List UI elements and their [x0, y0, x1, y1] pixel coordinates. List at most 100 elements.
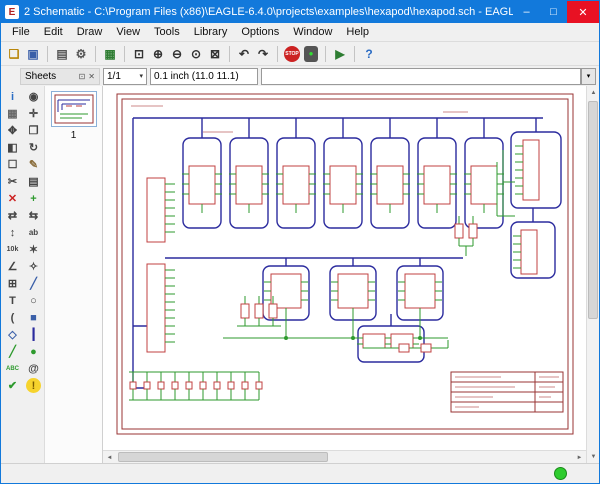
junction-icon[interactable]: ●: [24, 343, 43, 360]
polygon-icon[interactable]: ◇: [3, 326, 22, 343]
attribute-icon[interactable]: @: [24, 360, 43, 377]
stop-icon[interactable]: STOP: [284, 46, 300, 62]
rotate-icon[interactable]: ↻: [24, 139, 43, 156]
menu-tools[interactable]: Tools: [147, 24, 187, 40]
circle-icon[interactable]: ○: [24, 292, 43, 309]
menu-bar: FileEditDrawViewToolsLibraryOptionsWindo…: [1, 23, 599, 42]
cut-icon[interactable]: ✂: [3, 173, 22, 190]
gateswap-icon[interactable]: ↕: [3, 224, 22, 241]
scroll-down-button[interactable]: ▼: [587, 450, 600, 463]
display-icon[interactable]: ▦: [3, 105, 22, 122]
save-icon[interactable]: ▣: [24, 45, 42, 63]
replace-icon[interactable]: ⇆: [24, 207, 43, 224]
close-panel-icon[interactable]: ✕: [88, 72, 95, 81]
scroll-up-button[interactable]: ▲: [587, 86, 600, 99]
print-icon[interactable]: ▤: [53, 45, 71, 63]
vertical-scrollbar[interactable]: ▲ ▼: [586, 86, 599, 463]
menu-edit[interactable]: Edit: [37, 24, 70, 40]
sheet-thumbnail-preview: [52, 92, 96, 126]
zoom-select-icon[interactable]: ⊠: [206, 45, 224, 63]
menu-options[interactable]: Options: [234, 24, 286, 40]
minimize-button[interactable]: –: [513, 1, 540, 23]
invoke-icon[interactable]: ⊞: [3, 275, 22, 292]
wire-icon[interactable]: ╱: [24, 275, 43, 292]
board-icon[interactable]: ▦: [101, 45, 119, 63]
status-bar: [1, 463, 599, 483]
change-icon[interactable]: ✎: [24, 156, 43, 173]
arc-icon[interactable]: (: [3, 309, 22, 326]
smash-icon[interactable]: ✶: [24, 241, 43, 258]
sheet-thumbnail[interactable]: [51, 91, 97, 127]
redo-icon[interactable]: ↷: [254, 45, 272, 63]
erc-icon[interactable]: ✔: [3, 377, 22, 394]
name-icon[interactable]: ab: [24, 224, 43, 241]
schematic-canvas[interactable]: [103, 86, 586, 450]
show-icon[interactable]: ◉: [24, 88, 43, 105]
toolbar-separator: [47, 46, 48, 62]
horizontal-scroll-thumb[interactable]: [118, 452, 328, 462]
title-bar: E 2 Schematic - C:\Program Files (x86)\E…: [1, 1, 599, 23]
cam-icon[interactable]: ⚙: [72, 45, 90, 63]
main-area: i◉▦✛✥❐◧↻☐✎✂▤✕+⇄⇆↕ab10k✶∠✧⊞╱T○(■◇┃╱●ABC@✔…: [1, 86, 599, 463]
run-script-icon[interactable]: ▶: [331, 45, 349, 63]
sheets-panel: 1: [45, 86, 103, 463]
command-input[interactable]: [261, 68, 581, 85]
horizontal-scroll-track[interactable]: [116, 451, 573, 463]
add-icon[interactable]: +: [24, 190, 43, 207]
info-icon[interactable]: i: [3, 88, 22, 105]
window-title: 2 Schematic - C:\Program Files (x86)\EAG…: [24, 6, 513, 18]
menu-view[interactable]: View: [109, 24, 147, 40]
zoom-fit-icon[interactable]: ⊡: [130, 45, 148, 63]
sheet-selector[interactable]: 1/1 ▾: [103, 68, 147, 85]
float-panel-icon[interactable]: ⊡: [79, 72, 86, 81]
command-history-dropdown[interactable]: ▾: [581, 68, 596, 85]
toolbar-separator: [95, 46, 96, 62]
zoom-out-icon[interactable]: ⊖: [168, 45, 186, 63]
horizontal-scrollbar[interactable]: ◄ ►: [103, 450, 586, 463]
app-icon: E: [5, 5, 19, 19]
menu-window[interactable]: Window: [286, 24, 339, 40]
menu-draw[interactable]: Draw: [70, 24, 110, 40]
mark-icon[interactable]: ✛: [24, 105, 43, 122]
menu-library[interactable]: Library: [187, 24, 235, 40]
go-icon[interactable]: ●: [304, 46, 318, 62]
move-icon[interactable]: ✥: [3, 122, 22, 139]
pinswap-icon[interactable]: ⇄: [3, 207, 22, 224]
toolbar-separator: [124, 46, 125, 62]
menu-file[interactable]: File: [5, 24, 37, 40]
paste-icon[interactable]: ▤: [24, 173, 43, 190]
split-icon[interactable]: ✧: [24, 258, 43, 275]
text-icon[interactable]: T: [3, 292, 22, 309]
bus-icon[interactable]: ┃: [24, 326, 43, 343]
maximize-button[interactable]: □: [540, 1, 567, 23]
rect-icon[interactable]: ■: [24, 309, 43, 326]
copy-icon[interactable]: ❐: [24, 122, 43, 139]
toolbar-separator: [277, 46, 278, 62]
miter-icon[interactable]: ∠: [3, 258, 22, 275]
delete-icon[interactable]: ✕: [3, 190, 22, 207]
close-button[interactable]: ✕: [567, 1, 599, 23]
coordinate-display: 0.1 inch (11.0 11.1): [150, 68, 258, 85]
tool-palette: i◉▦✛✥❐◧↻☐✎✂▤✕+⇄⇆↕ab10k✶∠✧⊞╱T○(■◇┃╱●ABC@✔…: [1, 86, 45, 463]
help-icon[interactable]: ?: [360, 45, 378, 63]
open-icon[interactable]: ❏: [5, 45, 23, 63]
value-icon[interactable]: 10k: [3, 241, 22, 258]
canvas-column: ◄ ►: [103, 86, 586, 463]
vertical-scroll-thumb[interactable]: [588, 101, 598, 319]
vertical-scroll-track[interactable]: [587, 99, 599, 450]
net-icon[interactable]: ╱: [3, 343, 22, 360]
chevron-down-icon: ▾: [139, 72, 143, 80]
group-icon[interactable]: ☐: [3, 156, 22, 173]
toolbar-separator: [354, 46, 355, 62]
sheets-panel-header: Sheets ⊡ ✕: [20, 68, 100, 85]
zoom-in-icon[interactable]: ⊕: [149, 45, 167, 63]
menu-help[interactable]: Help: [339, 24, 376, 40]
undo-icon[interactable]: ↶: [235, 45, 253, 63]
schematic-drawing: [103, 86, 586, 450]
toolbar-separator: [229, 46, 230, 62]
mirror-icon[interactable]: ◧: [3, 139, 22, 156]
errors-icon[interactable]: !: [26, 378, 41, 393]
zoom-redraw-icon[interactable]: ⊙: [187, 45, 205, 63]
label-icon[interactable]: ABC: [3, 360, 22, 377]
command-row: Sheets ⊡ ✕ 1/1 ▾ 0.1 inch (11.0 11.1) ▾: [1, 66, 599, 86]
